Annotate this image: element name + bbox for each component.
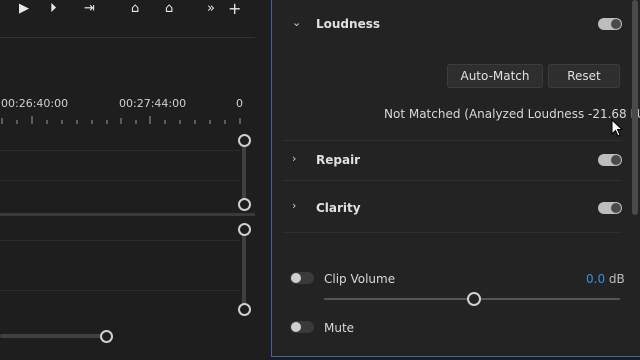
track-line [0, 180, 240, 181]
track-line [0, 240, 240, 241]
zoom-handle[interactable] [238, 134, 251, 147]
section-divider [282, 140, 622, 141]
reset-button[interactable]: Reset [548, 64, 620, 88]
zoom-handle[interactable] [238, 198, 251, 211]
zoom-handle[interactable] [238, 303, 251, 316]
auto-match-button[interactable]: Auto-Match [447, 64, 543, 88]
track-divider [0, 213, 255, 216]
panel-scrollbar[interactable] [632, 0, 638, 215]
loudness-status: Not Matched (Analyzed Loudness -21.68 LU… [384, 107, 640, 121]
chevron-right-icon[interactable]: › [292, 152, 296, 165]
track-line [0, 150, 240, 151]
mute-toggle[interactable] [290, 321, 314, 333]
timeline-toolbar: ▶ ⏵ ⇥ ⌂ ⌂ » + [0, 0, 270, 17]
timecode-label: 00:27:44:00 [119, 97, 187, 110]
zoom-handle[interactable] [238, 223, 251, 236]
time-ruler[interactable] [0, 114, 250, 126]
chevron-down-icon[interactable]: ⌄ [292, 16, 301, 29]
vertical-zoom-track[interactable] [242, 229, 246, 309]
clip-volume-slider-knob[interactable] [467, 292, 481, 306]
horizontal-scrollbar[interactable] [0, 334, 106, 338]
clip-volume-unit: dB [608, 272, 625, 286]
track-line [0, 290, 240, 291]
scroll-handle[interactable] [100, 330, 113, 343]
clip-volume-number[interactable]: 0.0 [586, 272, 605, 286]
add-icon[interactable]: + [228, 0, 241, 17]
clarity-toggle[interactable] [598, 202, 622, 214]
chevron-right-icon[interactable]: › [292, 199, 296, 212]
vertical-zoom-track[interactable] [242, 140, 246, 204]
lift-icon[interactable]: ⌂ [131, 0, 139, 17]
timeline-panel: ▶ ⏵ ⇥ ⌂ ⌂ » + 00:26:40:00 00:27:44:00 0 [0, 0, 270, 360]
timecode-label: 00:26:40:00 [1, 97, 69, 110]
loudness-toggle[interactable] [598, 18, 622, 30]
clip-volume-value[interactable]: 0.0 dB [586, 272, 625, 286]
clarity-label: Clarity [316, 201, 361, 215]
repair-toggle[interactable] [598, 154, 622, 166]
toolbar-divider [0, 37, 255, 38]
insert-icon[interactable]: ⇥ [84, 0, 95, 17]
clip-volume-toggle[interactable] [290, 272, 314, 284]
essential-sound-panel: ⌄ Loudness Auto-Match Reset Not Matched … [271, 0, 640, 357]
clip-volume-label: Clip Volume [324, 272, 396, 286]
mute-label: Mute [324, 321, 355, 335]
extract-icon[interactable]: ⌂ [165, 0, 173, 17]
section-divider [282, 180, 622, 181]
loudness-label: Loudness [316, 17, 380, 31]
section-divider [282, 232, 622, 233]
play-icon[interactable]: ▶ [19, 0, 29, 17]
more-icon[interactable]: » [207, 0, 215, 17]
timecode-label: 0 [236, 97, 243, 110]
step-forward-icon[interactable]: ⏵ [50, 0, 57, 17]
repair-label: Repair [316, 153, 361, 167]
mouse-cursor-icon [611, 119, 623, 137]
